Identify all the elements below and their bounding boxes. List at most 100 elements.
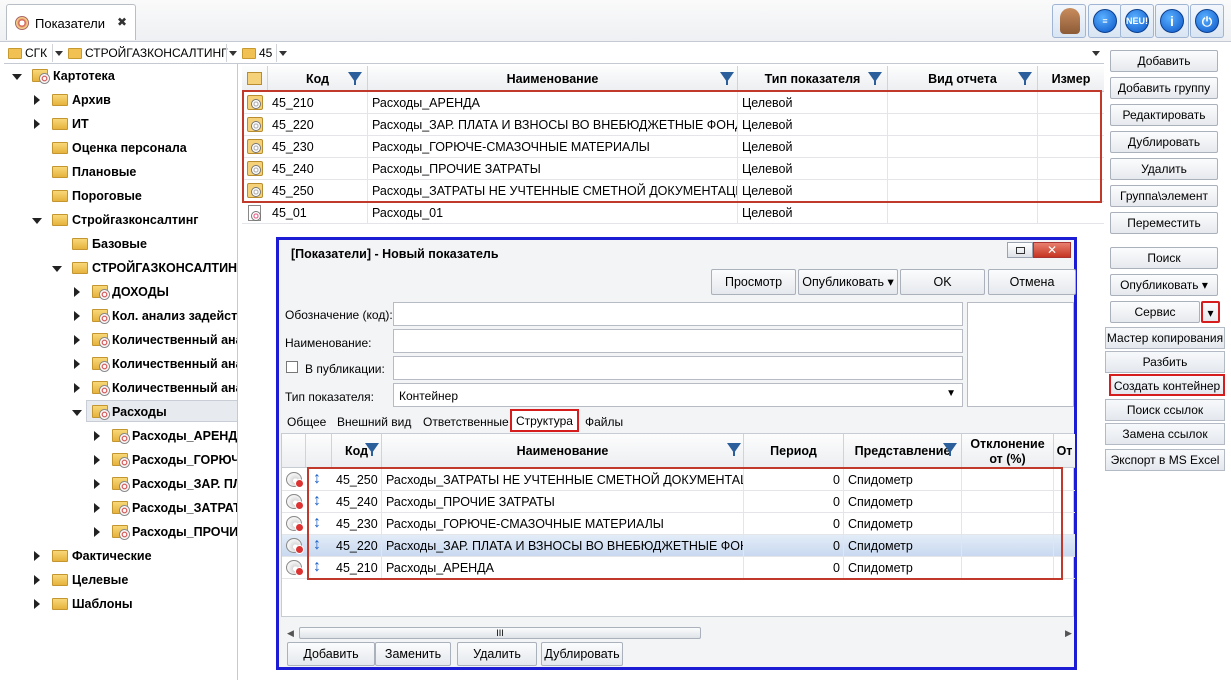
expand-icon[interactable]: [34, 575, 40, 585]
code-field[interactable]: [393, 302, 963, 326]
cancel-button[interactable]: Отмена: [988, 269, 1076, 295]
delete-button[interactable]: Удалить: [1110, 158, 1218, 180]
publish-button[interactable]: Опубликовать ▾: [1110, 274, 1218, 296]
breadcrumb-item[interactable]: 45: [242, 44, 272, 62]
edit-button[interactable]: Редактировать: [1110, 104, 1218, 126]
filter-icon[interactable]: [365, 443, 379, 456]
expand-icon[interactable]: [32, 218, 42, 224]
expand-icon[interactable]: [74, 311, 80, 321]
expand-icon[interactable]: [52, 266, 62, 272]
scroll-thumb[interactable]: III: [299, 627, 701, 639]
tab-appearance[interactable]: Внешний вид: [337, 412, 411, 432]
column-header-deviation[interactable]: Отклонение от (%): [962, 434, 1054, 468]
ok-button[interactable]: OK: [900, 269, 985, 295]
new-features-button[interactable]: NEU!: [1120, 4, 1154, 38]
close-icon[interactable]: ✖: [117, 15, 127, 29]
move-button[interactable]: Переместить: [1110, 212, 1218, 234]
folder-icon: [242, 48, 256, 59]
column-header-code[interactable]: Код: [268, 66, 368, 92]
publish-field[interactable]: [393, 356, 963, 380]
column-header-report[interactable]: Вид отчета: [888, 66, 1038, 92]
filter-icon[interactable]: [348, 72, 362, 85]
expand-icon[interactable]: [72, 410, 82, 416]
scroll-left-icon[interactable]: ◀: [287, 628, 294, 639]
menu-item-export-excel[interactable]: Экспорт в MS Excel: [1105, 449, 1225, 471]
type-select[interactable]: Контейнер ▼: [393, 383, 963, 407]
table-row[interactable]: 45_01 Расходы_01 Целевой: [242, 202, 1104, 224]
group-element-button[interactable]: Группа\элемент: [1110, 185, 1218, 207]
expand-icon[interactable]: [34, 551, 40, 561]
breadcrumb-item[interactable]: СТРОЙГАЗКОНСАЛТИНГ: [68, 44, 228, 62]
chevron-down-icon[interactable]: [52, 44, 64, 62]
grid-up-level-button[interactable]: [242, 66, 268, 92]
tab-responsible[interactable]: Ответственные: [423, 412, 509, 432]
menu-item-split[interactable]: Разбить: [1105, 351, 1225, 373]
horizontal-scrollbar[interactable]: ◀ III ▶: [287, 626, 1077, 640]
power-button[interactable]: ⏻: [1190, 4, 1224, 38]
expand-icon[interactable]: [94, 431, 100, 441]
tab-files[interactable]: Файлы: [585, 412, 623, 432]
column-header-period[interactable]: Период: [744, 434, 844, 468]
filter-icon[interactable]: [943, 443, 957, 456]
chevron-down-icon[interactable]: [1090, 44, 1102, 62]
expand-icon[interactable]: [74, 287, 80, 297]
publish-dropdown-button[interactable]: Опубликовать ▾: [798, 269, 898, 295]
search-button[interactable]: Поиск: [1110, 247, 1218, 269]
grid-duplicate-button[interactable]: Дублировать: [541, 642, 623, 666]
expand-icon[interactable]: [34, 599, 40, 609]
duplicate-button[interactable]: Дублировать: [1110, 131, 1218, 153]
column-header-code[interactable]: Код: [332, 434, 382, 468]
highlight-frame: [307, 467, 1063, 580]
expand-icon[interactable]: [94, 527, 100, 537]
dialog-close-button[interactable]: ✕: [1033, 242, 1071, 258]
user-avatar-button[interactable]: [1052, 4, 1086, 38]
expand-icon[interactable]: [74, 359, 80, 369]
list-icon: ≡: [1093, 9, 1117, 33]
column-header-type[interactable]: Тип показателя: [738, 66, 888, 92]
expand-icon[interactable]: [12, 74, 22, 80]
column-header-name[interactable]: Наименование: [382, 434, 744, 468]
filter-icon[interactable]: [727, 443, 741, 456]
service-dropdown-button[interactable]: ▾: [1201, 301, 1220, 323]
expand-icon[interactable]: [34, 95, 40, 105]
expand-icon[interactable]: [34, 119, 40, 129]
dialog-title: [Показатели] - Новый показатель: [291, 247, 499, 261]
expand-icon[interactable]: [94, 503, 100, 513]
help-button[interactable]: i: [1155, 4, 1189, 38]
column-header-view[interactable]: Представление: [844, 434, 962, 468]
service-button[interactable]: Сервис: [1110, 301, 1200, 323]
chevron-down-icon[interactable]: [276, 44, 288, 62]
power-icon: ⏻: [1195, 9, 1219, 33]
menu-item-copy-wizard[interactable]: Мастер копирования: [1105, 327, 1225, 349]
publish-checkbox[interactable]: [286, 361, 298, 373]
filter-icon[interactable]: [868, 72, 882, 85]
scroll-right-icon[interactable]: ▶: [1065, 628, 1072, 639]
news-button[interactable]: ≡: [1088, 4, 1122, 38]
filter-icon[interactable]: [1018, 72, 1032, 85]
grid-replace-button[interactable]: Заменить: [375, 642, 451, 666]
expand-icon[interactable]: [74, 383, 80, 393]
grid-add-button[interactable]: Добавить: [287, 642, 375, 666]
column-header-unit[interactable]: Измер: [1038, 66, 1104, 92]
name-field[interactable]: [393, 329, 963, 353]
expand-icon[interactable]: [74, 335, 80, 345]
menu-item-create-container[interactable]: Создать контейнер: [1109, 374, 1225, 396]
menu-item-find-links[interactable]: Поиск ссылок: [1105, 399, 1225, 421]
column-header-from[interactable]: От: [1054, 434, 1075, 468]
tab-general[interactable]: Общее: [287, 412, 326, 432]
add-group-button[interactable]: Добавить группу: [1110, 77, 1218, 99]
breadcrumb-item[interactable]: СГК: [8, 44, 47, 62]
grid-delete-button[interactable]: Удалить: [457, 642, 537, 666]
filter-icon[interactable]: [720, 72, 734, 85]
expand-icon[interactable]: [94, 455, 100, 465]
tab-structure[interactable]: Структура: [510, 409, 579, 432]
chevron-down-icon[interactable]: [226, 44, 238, 62]
neu-icon: NEU!: [1125, 9, 1149, 33]
menu-item-replace-links[interactable]: Замена ссылок: [1105, 423, 1225, 445]
tab-indicators[interactable]: Показатели ✖: [6, 4, 136, 40]
add-button[interactable]: Добавить: [1110, 50, 1218, 72]
restore-button[interactable]: [1007, 242, 1033, 258]
preview-button[interactable]: Просмотр: [711, 269, 796, 295]
expand-icon[interactable]: [94, 479, 100, 489]
column-header-name[interactable]: Наименование: [368, 66, 738, 92]
